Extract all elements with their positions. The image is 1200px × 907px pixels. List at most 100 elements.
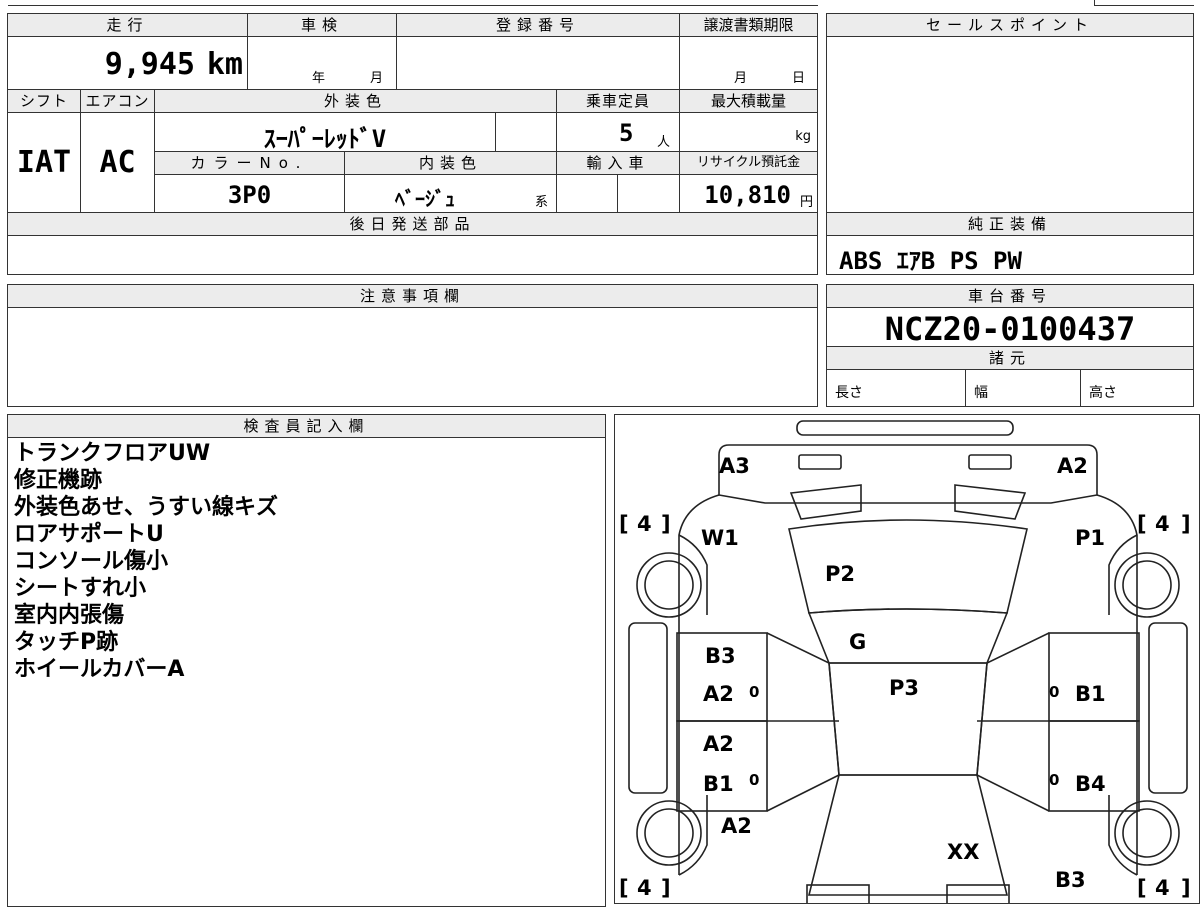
mark-p3: P3	[889, 676, 919, 700]
mark-p1: P1	[1075, 526, 1105, 550]
maxload-header: 最大積載量	[679, 89, 818, 113]
tire-tl: 4	[637, 512, 652, 536]
mark-a2-left-front: A2	[703, 682, 734, 706]
exterior-header: 外装色	[154, 89, 557, 113]
hood-panel	[807, 774, 1009, 896]
shift-value: IAT	[16, 145, 72, 180]
mileage-cell: 9,945 km	[7, 36, 248, 90]
interior-suffix: 系	[535, 195, 549, 210]
door-right-rear	[1048, 720, 1140, 812]
inspector-line: トランクフロアUW	[14, 441, 211, 466]
capacity-value: 5	[619, 119, 634, 147]
spec-length-cell: 長さ	[826, 369, 966, 407]
ac-header: エアコン	[80, 89, 155, 113]
mark-xx: XX	[947, 840, 979, 864]
ac-value: AC	[99, 145, 136, 180]
mileage-header: 走行	[7, 13, 248, 37]
mark-a3-top: A3	[719, 454, 750, 478]
registration-cell	[396, 36, 680, 90]
registration-header: 登録番号	[396, 13, 680, 37]
top-strip	[8, 0, 818, 6]
inspection-header: 車検	[247, 13, 397, 37]
roof-panel	[807, 608, 1009, 664]
inspector-header: 検査員記入欄	[7, 414, 606, 438]
zero-left-front: 0	[749, 683, 759, 701]
maxload-unit: kg	[795, 129, 811, 144]
spec-width-label: 幅	[974, 385, 988, 401]
rocker-right	[1148, 622, 1188, 794]
transfer-day: 日	[792, 71, 806, 86]
bracket-r-bl: ]	[661, 876, 671, 900]
door-right-front	[1048, 632, 1140, 722]
tail-light-left	[798, 454, 842, 470]
chassis-header: 車台番号	[826, 284, 1194, 308]
import-header: 輸入車	[556, 151, 680, 175]
wheel-rear-left-inner	[644, 560, 694, 610]
shift-cell: IAT	[7, 112, 81, 213]
wheel-front-left-inner	[644, 808, 694, 858]
notes-cell	[7, 307, 818, 407]
zero-right-front: 0	[1049, 683, 1059, 701]
wheel-rear-left	[636, 552, 702, 618]
wheel-front-right-inner	[1122, 808, 1172, 858]
capacity-header: 乗車定員	[556, 89, 680, 113]
exterior-value: ｽｰﾊﾟｰﾚｯﾄﾞV	[263, 125, 387, 152]
sales-point-header: セールスポイント	[826, 13, 1194, 37]
spec-length-label: 長さ	[835, 385, 863, 401]
rear-bumper-shape	[796, 420, 1014, 436]
rear-window-left	[789, 484, 862, 520]
wheel-rear-right-inner	[1122, 560, 1172, 610]
mark-a2-top: A2	[1057, 454, 1088, 478]
recycle-unit: 円	[799, 195, 813, 210]
recycle-value: 10,810	[704, 181, 791, 209]
notes-header: 注意事項欄	[7, 284, 818, 308]
transfer-month: 月	[734, 71, 748, 86]
wheel-front-left	[636, 800, 702, 866]
rocker-left	[628, 622, 668, 794]
exterior-cell: ｽｰﾊﾟｰﾚｯﾄﾞV	[154, 112, 496, 152]
tail-light-right	[968, 454, 1012, 470]
color-no-value: 3P0	[227, 181, 272, 209]
later-parts-header: 後日発送部品	[7, 212, 818, 236]
inspector-line: ホイールカバーA	[14, 657, 185, 682]
equipment-header: 純正装備	[826, 212, 1194, 236]
bracket-l-bl: [	[619, 876, 629, 900]
transfer-cell: 月 日	[679, 36, 818, 90]
mark-a2-left-rear: A2	[703, 732, 734, 756]
interior-value: ﾍﾞｰｼﾞｭ	[395, 187, 455, 211]
rear-window-right	[954, 484, 1027, 520]
tire-bl: 4	[637, 876, 652, 900]
specs-header: 諸元	[826, 346, 1194, 370]
mark-g: G	[849, 630, 866, 654]
later-parts-cell	[7, 235, 818, 275]
mark-b1-left: B1	[703, 772, 734, 796]
spec-width-cell: 幅	[965, 369, 1081, 407]
zero-right-rear: 0	[1049, 771, 1059, 789]
mark-b1-right: B1	[1075, 682, 1106, 706]
mark-b3-bottom: B3	[1055, 868, 1086, 892]
zero-left-rear: 0	[749, 771, 759, 789]
trunk-outline	[718, 444, 1098, 504]
chassis-cell: NCZ20-0100437	[826, 307, 1194, 347]
exterior-extra-cell	[495, 112, 557, 152]
inspection-cell: 年 月	[247, 36, 397, 90]
inspector-line: 修正機跡	[14, 468, 103, 493]
mark-a2-left-bottom: A2	[721, 814, 752, 838]
capacity-cell: 5 人	[556, 112, 680, 152]
equipment-value: ABS ｴｱB PS PW	[839, 247, 1022, 275]
mark-b3-left: B3	[705, 644, 736, 668]
bracket-r-tl: ]	[661, 512, 671, 536]
wheel-rear-right	[1114, 552, 1180, 618]
inspector-line: 外装色あせ、うすい線キズ	[14, 495, 279, 520]
inspector-line: ロアサポートU	[14, 522, 164, 547]
transfer-header: 譲渡書類期限	[679, 13, 818, 37]
spec-height-cell: 高さ	[1080, 369, 1194, 407]
bracket-r-tr: ]	[1181, 512, 1191, 536]
mark-b4-right: B4	[1075, 772, 1106, 796]
inspector-cell: トランクフロアUW 修正機跡 外装色あせ、うすい線キズ ロアサポートU コンソー…	[7, 437, 606, 907]
inspector-line: 室内内張傷	[14, 603, 125, 628]
inspector-line: コンソール傷小	[14, 549, 169, 574]
interior-cell: ﾍﾞｰｼﾞｭ 系	[344, 174, 557, 213]
wheel-front-right	[1114, 800, 1180, 866]
recycle-header: リサイクル預託金	[679, 151, 818, 175]
